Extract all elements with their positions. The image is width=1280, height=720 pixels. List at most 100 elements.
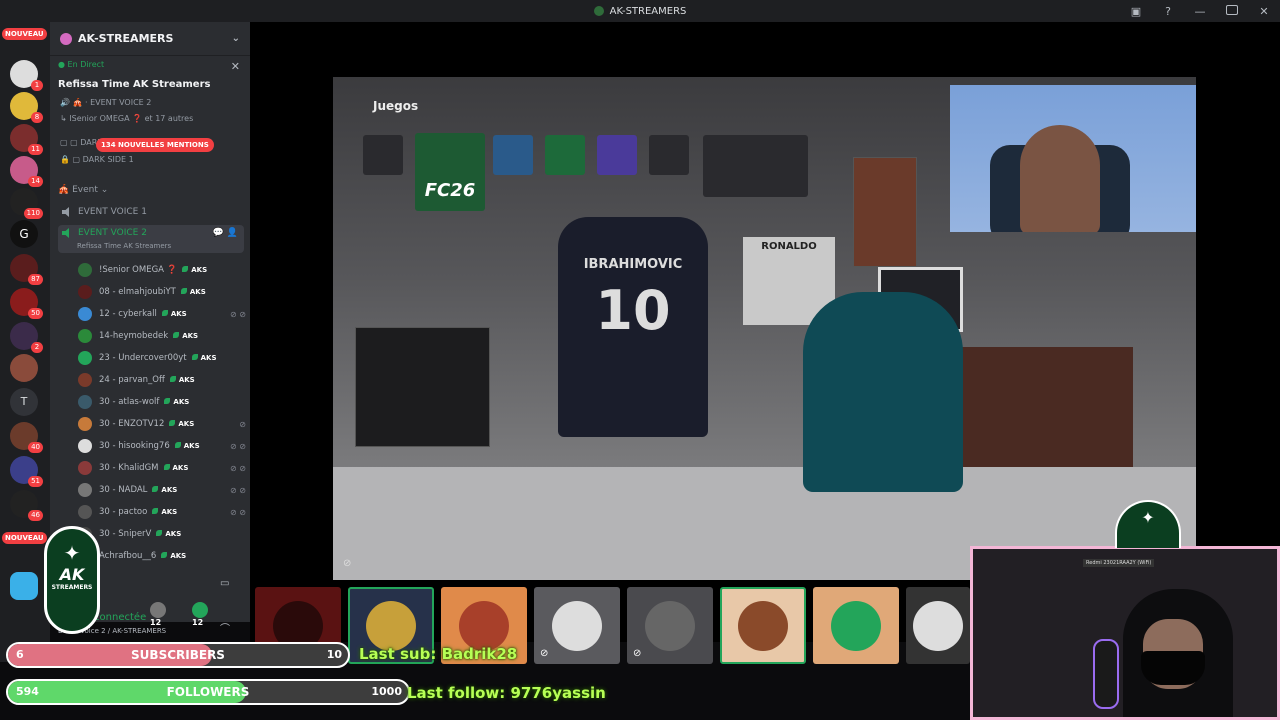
avatar bbox=[78, 395, 92, 409]
server-icon[interactable]: 1 bbox=[10, 60, 43, 91]
muted-stream-icon[interactable]: ⊘ bbox=[343, 558, 351, 569]
avatar bbox=[78, 307, 92, 321]
ak-streamers-logo: ✦ AK STREAMERS bbox=[44, 526, 100, 634]
muted-deafened-icon: ⊘ ⊘ bbox=[230, 507, 246, 517]
streamer-face bbox=[1020, 125, 1100, 232]
subscribers-goal-bar: SUBSCRIBERS 6 10 bbox=[6, 642, 350, 668]
voice-member[interactable]: 30 - KhalidGM AKS ⊘ ⊘ bbox=[78, 458, 246, 478]
server-icon[interactable]: 14 bbox=[10, 156, 43, 187]
avatar bbox=[78, 351, 92, 365]
voice-member[interactable]: 30 - hisooking76 AKS ⊘ ⊘ bbox=[78, 436, 246, 456]
game-tile bbox=[597, 135, 637, 175]
channel-dark-side[interactable]: 🔒 ▢ DARK SIDE 1 bbox=[60, 155, 134, 164]
window-title: AK-STREAMERS bbox=[609, 5, 687, 17]
server-icon[interactable]: G bbox=[10, 220, 38, 248]
apps-grid-icon bbox=[753, 135, 793, 175]
user-level-2: 12 bbox=[192, 618, 204, 627]
game-tile bbox=[493, 135, 533, 175]
voice-channel-event-1[interactable]: EVENT VOICE 1 bbox=[58, 202, 244, 222]
server-header[interactable]: AK-STREAMERS ⌄ bbox=[50, 22, 250, 56]
speaker-icon bbox=[62, 228, 69, 238]
server-icon[interactable]: 87 bbox=[10, 254, 43, 285]
participant-tile[interactable]: ⊘ bbox=[534, 587, 620, 664]
mentions-badge[interactable]: 134 NOUVELLES MENTIONS bbox=[96, 138, 214, 152]
minimize-button[interactable]: — bbox=[1184, 5, 1216, 18]
server-icon[interactable]: T bbox=[10, 388, 38, 416]
close-icon[interactable]: ✕ bbox=[231, 60, 240, 73]
server-icon[interactable]: 40 bbox=[10, 422, 43, 453]
participant-tile[interactable]: ⊘ bbox=[627, 587, 713, 664]
avatar bbox=[78, 505, 92, 519]
inbox-icon[interactable]: ▣ bbox=[1120, 5, 1152, 18]
participant-tile[interactable] bbox=[906, 587, 970, 664]
voice-channel-status: Refissa Time AK Streamers bbox=[77, 242, 172, 250]
last-follow-label: Last follow: 9776yassin bbox=[407, 684, 606, 702]
server-icon[interactable]: 50 bbox=[10, 288, 43, 319]
voice-member[interactable]: 30 - NADAL AKS ⊘ ⊘ bbox=[78, 480, 246, 500]
voice-member[interactable]: 24 - parvan_Off AKS bbox=[78, 370, 246, 390]
server-icon[interactable] bbox=[10, 354, 38, 382]
wall-poster bbox=[853, 157, 917, 267]
live-event-channel: 🔊 🎪 · EVENT VOICE 2 bbox=[60, 98, 152, 107]
window-controls: ▣ ? — ✕ bbox=[1120, 0, 1280, 22]
microphone bbox=[1093, 639, 1119, 709]
streamer-figure bbox=[803, 292, 963, 492]
server-icon[interactable]: 51 bbox=[10, 456, 43, 487]
server-rail: NOUVEAU 1 8 11 14 110 G 87 50 2 T 40 51 … bbox=[0, 22, 50, 662]
maximize-button[interactable] bbox=[1216, 4, 1248, 18]
app-logo-icon bbox=[593, 6, 604, 16]
game-tile: FC26 bbox=[415, 133, 485, 211]
muted-deafened-icon: ⊘ ⊘ bbox=[230, 485, 246, 495]
server-icon[interactable] bbox=[10, 572, 38, 600]
game-tile bbox=[545, 135, 585, 175]
category-event[interactable]: 🎪 Event ⌄ bbox=[58, 185, 108, 195]
voice-channel-event-2[interactable]: EVENT VOICE 2 Refissa Time AK Streamers … bbox=[58, 225, 244, 253]
avatar bbox=[78, 461, 92, 475]
server-icon[interactable]: 11 bbox=[10, 124, 43, 155]
wall-frame bbox=[355, 327, 490, 447]
muted-icon: ⊘ bbox=[540, 648, 549, 659]
help-icon[interactable]: ? bbox=[1152, 5, 1184, 18]
avatar bbox=[78, 285, 92, 299]
voice-member[interactable]: !Senior OMEGA ❓ AKS bbox=[78, 260, 246, 280]
server-icon[interactable]: 8 bbox=[10, 92, 43, 123]
voice-member[interactable]: 08 - elmahjoubiYT AKS bbox=[78, 282, 246, 302]
voice-member[interactable]: 30 - ENZOTV12 AKS ⊘ bbox=[78, 414, 246, 434]
avatar bbox=[78, 483, 92, 497]
close-button[interactable]: ✕ bbox=[1248, 5, 1280, 18]
live-indicator: ● En Direct bbox=[58, 60, 105, 69]
server-icon[interactable]: 46 bbox=[10, 490, 43, 521]
participant-tile[interactable] bbox=[813, 587, 899, 664]
chat-icon[interactable]: 💬 👤 bbox=[213, 228, 238, 238]
avatar bbox=[78, 417, 92, 431]
jersey: IBRAHIMOVIC 10 bbox=[558, 217, 708, 437]
avatar bbox=[78, 329, 92, 343]
qr-tile-icon bbox=[363, 135, 403, 175]
muted-icon: ⊘ bbox=[239, 419, 246, 429]
voice-member[interactable]: 30 - atlas-wolf AKS bbox=[78, 392, 246, 412]
avatar[interactable] bbox=[150, 602, 166, 618]
voice-member[interactable]: 30 - pactoo AKS ⊘ ⊘ bbox=[78, 502, 246, 522]
voice-member[interactable]: 23 - Undercover00yt AKS bbox=[78, 348, 246, 368]
live-event-title[interactable]: Refissa Time AK Streamers bbox=[58, 79, 210, 90]
live-event-participants: ↳ ISenior OMEGA ❓ et 17 autres bbox=[60, 114, 194, 123]
voice-member[interactable]: Achrafbou__6 AKS bbox=[78, 546, 246, 566]
face-mask bbox=[1141, 651, 1205, 685]
avatar bbox=[78, 373, 92, 387]
disconnect-icon[interactable]: ⌒ bbox=[220, 620, 230, 635]
server-icon[interactable]: 110 bbox=[10, 188, 43, 219]
new-badge: NOUVEAU bbox=[2, 28, 47, 40]
followers-goal-bar: FOLLOWERS 594 1000 bbox=[6, 679, 410, 705]
controller-icon bbox=[649, 135, 689, 175]
server-name: AK-STREAMERS bbox=[78, 32, 174, 45]
phoenix-icon: ✦ bbox=[63, 541, 81, 565]
voice-member[interactable]: 30 - SniperV AKS bbox=[78, 524, 246, 544]
server-icon[interactable]: 2 bbox=[10, 322, 43, 353]
camera-source-label: Redmi 23021RAA2Y (WiFi) bbox=[1083, 559, 1155, 567]
voice-member[interactable]: 12 - cyberkall AKS ⊘ ⊘ bbox=[78, 304, 246, 324]
chevron-down-icon[interactable]: ⌄ bbox=[232, 33, 240, 44]
screen-share-icon[interactable]: ▭ bbox=[220, 578, 229, 589]
participant-tile[interactable] bbox=[720, 587, 806, 664]
voice-member[interactable]: 14-heymobedek AKS bbox=[78, 326, 246, 346]
avatar[interactable] bbox=[192, 602, 208, 618]
